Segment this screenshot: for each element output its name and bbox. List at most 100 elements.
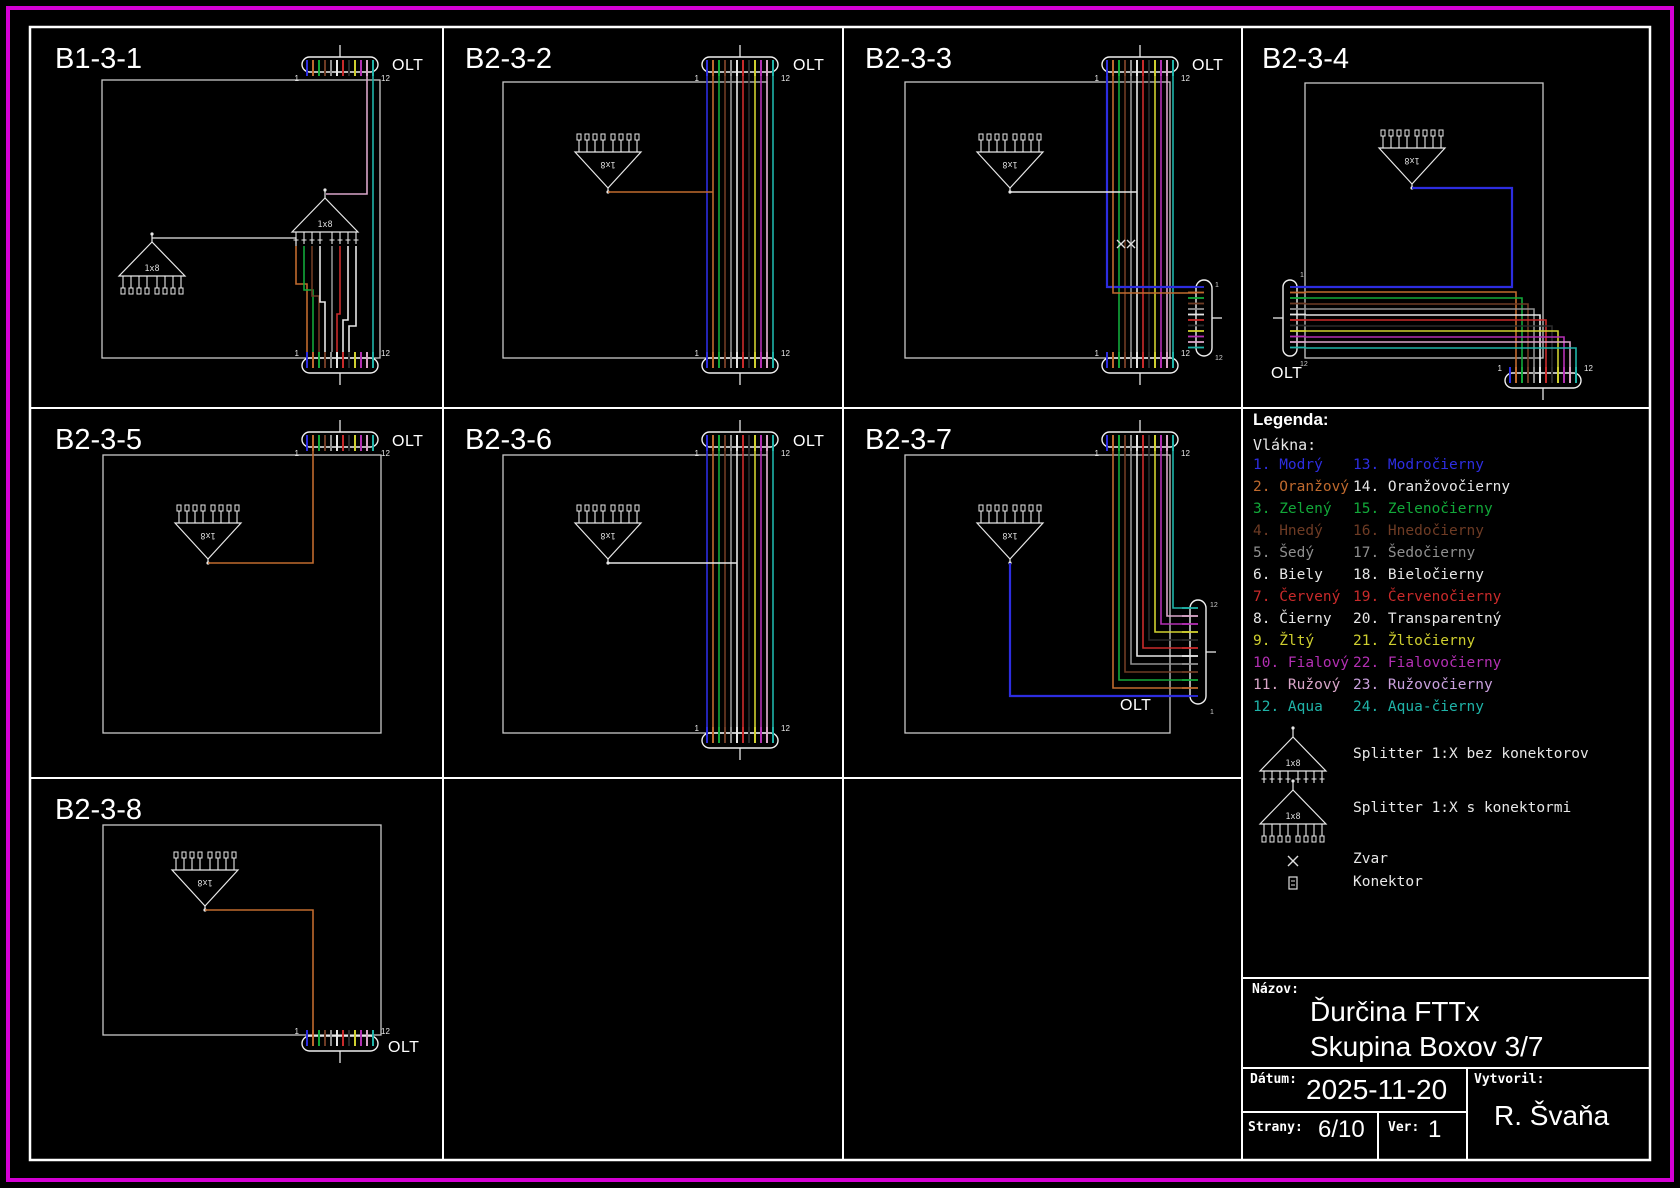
splitter-1x8-icon: 1x8: [292, 188, 359, 244]
panel-title: B2-3-6: [465, 424, 552, 456]
legend-fiber-item: 7. Červený: [1253, 586, 1349, 608]
port-label: 12: [781, 724, 790, 733]
fiber-terminal-bottom: 1 12: [1498, 364, 1594, 400]
fiber-runs: [296, 76, 373, 352]
titleblock-nazov-label: Názov:: [1252, 982, 1299, 997]
port-label: 12: [1210, 602, 1218, 609]
port-label: 1: [295, 74, 300, 83]
legend-fiber-item: 18. Bieločierny: [1353, 564, 1510, 586]
panel-title: B2-3-4: [1262, 43, 1349, 75]
legend-fiber-item: 17. Šedočierny: [1353, 542, 1510, 564]
legend-fiber-item: 5. Šedý: [1253, 542, 1349, 564]
splitter-ratio-label: 1x8: [197, 877, 212, 887]
splice-box: [102, 80, 380, 358]
port-label: 1: [695, 74, 700, 83]
olt-label: OLT: [392, 57, 423, 74]
splitter-ratio-label: 1x8: [1404, 155, 1419, 165]
legend-fiber-item: 10. Fialový: [1253, 652, 1349, 674]
titleblock-ver-value: 1: [1428, 1116, 1441, 1144]
olt-label: OLT: [793, 57, 824, 74]
olt-label: OLT: [1192, 57, 1223, 74]
port-label: 1: [1095, 449, 1100, 458]
port-label: 1: [695, 724, 700, 733]
legend-fiber-item: 2. Oranžový: [1253, 476, 1349, 498]
panel-title: B2-3-8: [55, 794, 142, 826]
splitter-ratio-label: 1x8: [1002, 159, 1017, 169]
splitter-ratio-label: 1x8: [600, 530, 615, 540]
legend-fiber-item: 3. Zelený: [1253, 498, 1349, 520]
legend-fiber-item: 1. Modrý: [1253, 454, 1349, 476]
legend-fiber-item: 19. Červenočierny: [1353, 586, 1510, 608]
splitter-1x8-inverted-icon: 1x8: [977, 505, 1043, 565]
legend-fiber-item: 11. Ružový: [1253, 674, 1349, 696]
port-label: 12: [1215, 355, 1223, 362]
fiber-blue-branch: [1010, 563, 1190, 696]
panel-title: B2-3-2: [465, 43, 552, 75]
port-label: 12: [781, 449, 790, 458]
legend-fiber-item: 23. Ružovočierny: [1353, 674, 1510, 696]
titleblock-vytvoril-label: Vytvoril:: [1474, 1072, 1544, 1087]
titleblock-strany-value: 6/10: [1318, 1116, 1365, 1144]
port-label: 1: [295, 449, 300, 458]
panel-b1-3-1: B1-3-1 OLT 1 12 1 12 1x8: [55, 43, 423, 385]
fiber-blue-branch: [1297, 188, 1512, 287]
legend-symbols: 1x8 1x8: [1260, 726, 1326, 889]
legend-fiber-item: 12. Aqua: [1253, 696, 1349, 718]
legend-fiber-item: 16. Hnedočierny: [1353, 520, 1510, 542]
fiber-trunk: [707, 76, 773, 352]
fiber-terminal-side-olt: 1 12: [1273, 272, 1308, 368]
legend-fiber-column-1: 1. Modrý2. Oranžový3. Zelený4. Hnedý5. Š…: [1253, 454, 1349, 718]
port-label: 12: [1300, 361, 1308, 368]
titleblock-title-line1: Ďurčina FTTx: [1310, 996, 1480, 1028]
fiber-terminal-bottom: 1 12: [695, 724, 791, 760]
fiber-fan: [1113, 451, 1190, 688]
port-label: 12: [381, 449, 390, 458]
port-label: 1: [695, 449, 700, 458]
panel-title: B1-3-1: [55, 43, 142, 75]
cad-sheet: B1-3-1 OLT 1 12 1 12 1x8: [0, 0, 1680, 1188]
splice-box: [103, 825, 381, 1035]
splitter-ratio-label: 1x8: [1285, 812, 1300, 822]
panel-b2-3-2: B2-3-2 OLT 1 12 1 12 1x8: [465, 43, 824, 385]
fiber-terminal-side: 1 12: [1188, 280, 1223, 362]
port-label: 12: [1181, 74, 1190, 83]
titleblock-vytvoril-value: R. Švaňa: [1494, 1100, 1609, 1132]
splice-box: [1305, 83, 1543, 358]
titleblock-strany-label: Strany:: [1248, 1120, 1303, 1135]
legend-splitter-bez-label: Splitter 1:X bez konektorov: [1353, 746, 1589, 762]
port-label: 12: [381, 349, 390, 358]
legend-fiber-item: 14. Oranžovočierny: [1353, 476, 1510, 498]
fiber-terminal-top: 1 12: [295, 420, 391, 458]
splitter-with-connectors-icon: 1x8: [1260, 779, 1326, 842]
port-label: 1: [295, 349, 300, 358]
titleblock-datum-label: Dátum:: [1250, 1072, 1297, 1087]
port-label: 1: [1210, 709, 1214, 716]
olt-label: OLT: [1120, 697, 1151, 714]
port-label: 12: [381, 1027, 390, 1036]
splitter-1x8-inverted-icon: 1x8: [575, 505, 641, 565]
panel-title: B2-3-5: [55, 424, 142, 456]
panel-b2-3-4: B2-3-4 OLT 1x8 1 12: [1262, 43, 1593, 400]
splitter-feed-line: [152, 238, 296, 246]
port-label: 1: [295, 1027, 300, 1036]
fiber-trunk: [1119, 76, 1173, 352]
fiber-terminal-bottom: 1 12: [1095, 349, 1191, 385]
splitter-1x8-inverted-icon: 1x8: [977, 134, 1043, 194]
olt-label: OLT: [1271, 365, 1302, 382]
port-label: 1: [1095, 74, 1100, 83]
port-label: 1: [695, 349, 700, 358]
port-label: 12: [781, 349, 790, 358]
legend-fiber-item: 13. Modročierny: [1353, 454, 1510, 476]
olt-label: OLT: [793, 433, 824, 450]
konektor-icon: [1289, 877, 1297, 889]
fiber-terminal-side-olt: 12 1: [1182, 600, 1218, 716]
legend-fiber-item: 22. Fialovočierny: [1353, 652, 1510, 674]
splitter-ratio-label: 1x8: [1285, 759, 1300, 769]
legend-fiber-item: 20. Transparentný: [1353, 608, 1510, 630]
port-label: 12: [381, 74, 390, 83]
splitter-ratio-label: 1x8: [317, 220, 332, 230]
panel-b2-3-5: B2-3-5 OLT 1 12 1x8: [55, 420, 423, 733]
legend-fiber-item: 6. Biely: [1253, 564, 1349, 586]
legend-fiber-item: 8. Čierny: [1253, 608, 1349, 630]
splitter-1x8-inverted-icon: 1x8: [1379, 130, 1445, 190]
